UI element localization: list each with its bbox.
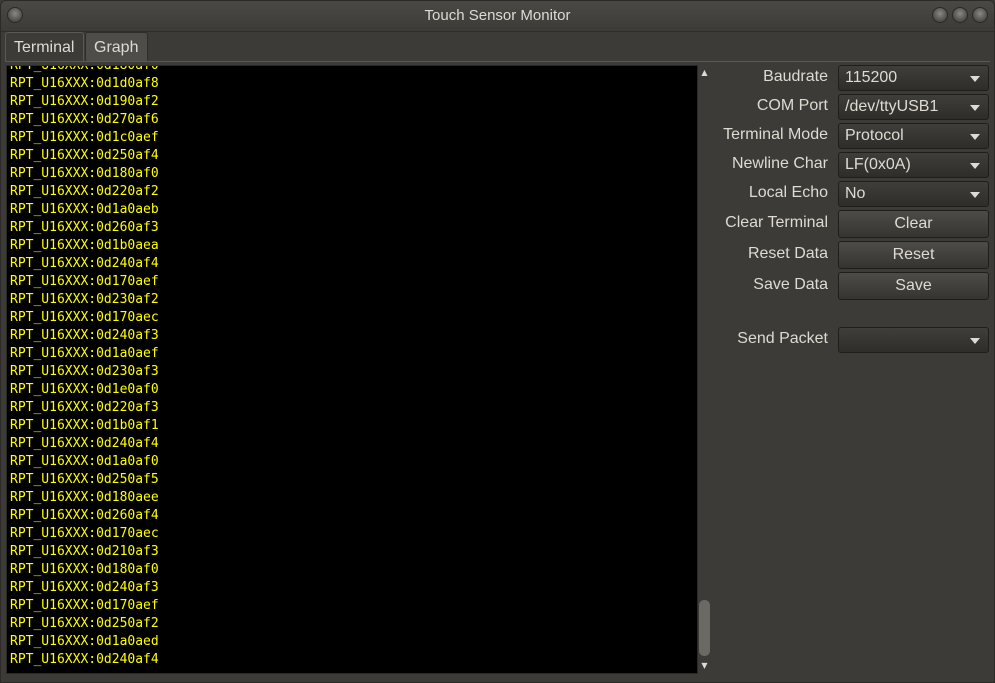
- terminal-mode-label: Terminal Mode: [723, 126, 828, 143]
- newline-char-value: LF(0x0A): [845, 156, 911, 173]
- terminal-line: RPT_U16XXX:0d260af3: [10, 220, 159, 235]
- terminal-line: RPT_U16XXX:0d240af4: [10, 652, 159, 667]
- terminal-mode-value: Protocol: [845, 127, 904, 144]
- terminal-line: RPT_U16XXX:0d210af3: [10, 544, 159, 559]
- scroll-up-icon[interactable]: ▲: [698, 66, 711, 80]
- clear-terminal-label: Clear Terminal: [725, 214, 828, 231]
- main-window: Touch Sensor Monitor Terminal Graph RPT_…: [0, 0, 995, 683]
- terminal-line: RPT_U16XXX:0d180aee: [10, 490, 159, 505]
- scroll-down-icon[interactable]: ▼: [698, 659, 711, 673]
- terminal-line: RPT_U16XXX:0d1b0aea: [10, 238, 159, 253]
- terminal-line: RPT_U16XXX:0d1a0aeb: [10, 202, 159, 217]
- title-bar: Touch Sensor Monitor: [1, 1, 994, 32]
- newline-char-label: Newline Char: [731, 155, 828, 172]
- terminal-line: RPT_U16XXX:0d170aec: [10, 526, 159, 541]
- scrollbar-thumb[interactable]: [699, 600, 710, 656]
- terminal-line: RPT_U16XXX:0d170aec: [10, 310, 159, 325]
- terminal-line: RPT_U16XXX:0d1c0aef: [10, 130, 159, 145]
- terminal-line: RPT_U16XXX:0d190af2: [10, 94, 159, 109]
- terminal-line: RPT_U16XXX:0d1a0aef: [10, 346, 159, 361]
- terminal-line: RPT_U16XXX:0d220af3: [10, 400, 159, 415]
- send-packet-select[interactable]: [838, 327, 989, 353]
- terminal-line: RPT_U16XXX:0d1d0af8: [10, 76, 159, 91]
- local-echo-label: Local Echo: [748, 184, 828, 201]
- terminal-line: RPT_U16XXX:0d180af0: [10, 562, 159, 577]
- com-port-select[interactable]: /dev/ttyUSB1: [838, 94, 989, 120]
- terminal-output[interactable]: RPT_U16XXX:0d180af0 RPT_U16XXX:0d1d0af8 RP…: [6, 65, 698, 674]
- terminal-line: RPT_U16XXX:0d1a0af0: [10, 454, 159, 469]
- chevron-down-icon: [970, 134, 980, 140]
- terminal-line: RPT_U16XXX:0d220af2: [10, 184, 159, 199]
- terminal-scrollbar[interactable]: ▲ ▼: [698, 65, 711, 674]
- chevron-down-icon: [970, 105, 980, 111]
- terminal-line: RPT_U16XXX:0d180af0: [10, 166, 159, 181]
- baudrate-label: Baudrate: [763, 68, 828, 85]
- terminal-line: RPT_U16XXX:0d240af4: [10, 256, 159, 271]
- com-port-value: /dev/ttyUSB1: [845, 98, 939, 115]
- terminal-line: RPT_U16XXX:0d1b0af1: [10, 418, 159, 433]
- tab-divider: [5, 61, 990, 62]
- tab-graph[interactable]: Graph: [85, 32, 148, 62]
- local-echo-value: No: [845, 185, 866, 202]
- terminal-line: RPT_U16XXX:0d240af4: [10, 436, 159, 451]
- terminal-line: RPT_U16XXX:0d270af6: [10, 112, 159, 127]
- reset-button[interactable]: Reset: [838, 241, 989, 269]
- terminal-line: RPT_U16XXX:0d250af5: [10, 472, 159, 487]
- terminal-line: RPT_U16XXX:0d230af3: [10, 364, 159, 379]
- terminal-line: RPT_U16XXX:0d1e0af0: [10, 382, 159, 397]
- newline-char-select[interactable]: LF(0x0A): [838, 152, 989, 178]
- clear-button[interactable]: Clear: [838, 210, 989, 238]
- window-title: Touch Sensor Monitor: [424, 7, 571, 24]
- save-button[interactable]: Save: [838, 272, 989, 300]
- com-port-label: COM Port: [756, 97, 828, 114]
- terminal-line: RPT_U16XXX:0d250af4: [10, 148, 159, 163]
- save-data-label: Save Data: [753, 276, 828, 293]
- terminal-line: RPT_U16XXX:0d240af3: [10, 580, 159, 595]
- terminal-line: RPT_U16XXX:0d180af0: [10, 65, 159, 73]
- baudrate-select[interactable]: 115200: [838, 65, 989, 91]
- terminal-line: RPT_U16XXX:0d250af2: [10, 616, 159, 631]
- send-packet-label: Send Packet: [737, 330, 828, 347]
- terminal-mode-select[interactable]: Protocol: [838, 123, 989, 149]
- terminal-line: RPT_U16XXX:0d1a0aed: [10, 634, 159, 649]
- chevron-down-icon: [970, 163, 980, 169]
- terminal-line: RPT_U16XXX:0d260af4: [10, 508, 159, 523]
- minimize-button[interactable]: [932, 7, 948, 23]
- local-echo-select[interactable]: No: [838, 181, 989, 207]
- terminal-line: RPT_U16XXX:0d240af3: [10, 328, 159, 343]
- baudrate-value: 115200: [845, 69, 898, 86]
- chevron-down-icon: [970, 192, 980, 198]
- chevron-down-icon: [970, 76, 980, 82]
- terminal-line: RPT_U16XXX:0d230af2: [10, 292, 159, 307]
- terminal-line: RPT_U16XXX:0d170aef: [10, 598, 159, 613]
- reset-data-label: Reset Data: [747, 245, 828, 262]
- close-button[interactable]: [972, 7, 988, 23]
- tab-terminal[interactable]: Terminal: [5, 32, 84, 62]
- terminal-line: RPT_U16XXX:0d170aef: [10, 274, 159, 289]
- chevron-down-icon: [970, 338, 980, 344]
- terminal-lines: RPT_U16XXX:0d180af0 RPT_U16XXX:0d1d0af8 RP…: [10, 65, 159, 669]
- maximize-button[interactable]: [952, 7, 968, 23]
